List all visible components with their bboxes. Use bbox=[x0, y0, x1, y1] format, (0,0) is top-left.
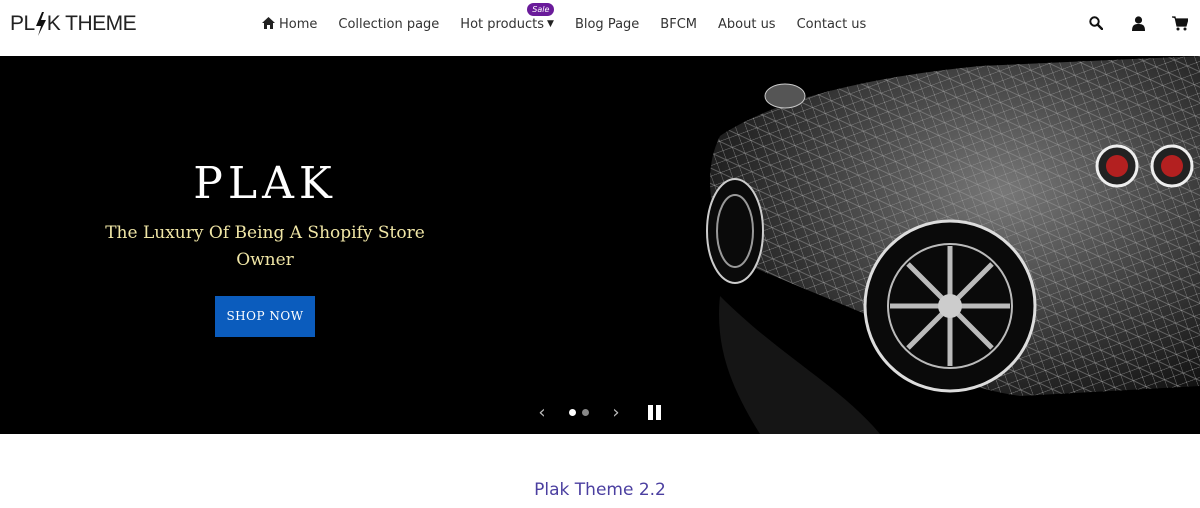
hero-title: PLAK bbox=[193, 158, 337, 209]
nav-item-blog[interactable]: Blog Page bbox=[575, 17, 639, 32]
next-slide-icon[interactable]: › bbox=[606, 402, 626, 423]
pause-icon[interactable] bbox=[648, 404, 664, 420]
hero-slider: PLAK The Luxury Of Being A Shopify Store… bbox=[0, 56, 1200, 434]
search-icon[interactable] bbox=[1088, 15, 1104, 31]
header-icons bbox=[1062, 15, 1188, 31]
nav-label-collection: Collection page bbox=[338, 16, 440, 32]
nav-item-about[interactable]: About us bbox=[718, 17, 776, 32]
nav-label-hot-products: Hot products bbox=[460, 16, 545, 32]
wireframe-car-image bbox=[706, 56, 1200, 434]
nav-label-contact: Contact us bbox=[796, 16, 867, 32]
main-nav: Home Collection page Hot products ▼ Sale… bbox=[262, 2, 887, 34]
home-icon bbox=[262, 16, 275, 32]
nav-label-home: Home bbox=[279, 16, 318, 32]
shop-now-button[interactable]: SHOP NOW bbox=[215, 296, 315, 337]
nav-item-contact[interactable]: Contact us bbox=[797, 17, 867, 32]
nav-item-bfcm[interactable]: BFCM bbox=[660, 17, 697, 32]
nav-label-bfcm: BFCM bbox=[660, 16, 697, 32]
section-title: Plak Theme 2.2 bbox=[534, 480, 666, 500]
slide-dot-1[interactable] bbox=[569, 408, 576, 416]
nav-label-about: About us bbox=[718, 16, 776, 32]
nav-item-hot-products[interactable]: Hot products ▼ Sale bbox=[460, 2, 555, 32]
logo[interactable]: PL K THEME bbox=[10, 11, 137, 37]
logo-text-a: PL bbox=[10, 12, 35, 35]
chevron-down-icon: ▼ bbox=[547, 19, 554, 29]
logo-text-b: K THEME bbox=[46, 12, 137, 35]
account-icon[interactable] bbox=[1130, 15, 1146, 31]
hero-text: PLAK The Luxury Of Being A Shopify Store… bbox=[100, 156, 430, 337]
nav-item-home[interactable]: Home bbox=[262, 16, 318, 32]
prev-slide-icon[interactable]: ‹ bbox=[532, 402, 552, 423]
slide-dots bbox=[566, 408, 592, 416]
sale-badge: Sale bbox=[527, 2, 555, 16]
site-header: PL K THEME Home Collection page Hot prod… bbox=[0, 0, 1200, 56]
logo-bolt-icon bbox=[35, 12, 46, 36]
nav-label-blog: Blog Page bbox=[574, 16, 640, 32]
cart-icon[interactable] bbox=[1172, 15, 1188, 31]
slide-dot-2[interactable] bbox=[582, 408, 589, 416]
nav-item-collection[interactable]: Collection page bbox=[338, 17, 439, 32]
hero-subtitle: The Luxury Of Being A Shopify Store Owne… bbox=[105, 223, 425, 270]
slider-controls: ‹ › bbox=[532, 402, 664, 423]
